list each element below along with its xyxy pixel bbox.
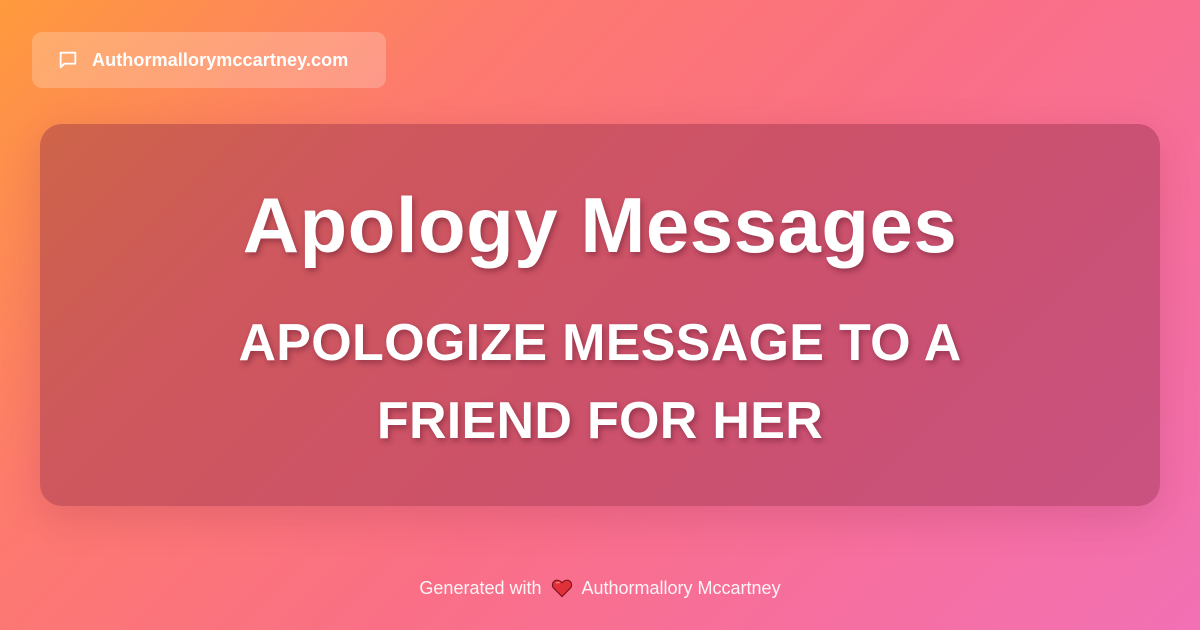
page-subtitle: APOLOGIZE MESSAGE TO A FRIEND FOR HER bbox=[238, 314, 962, 450]
footer-prefix: Generated with bbox=[419, 577, 542, 598]
title-card: Apology Messages APOLOGIZE MESSAGE TO A … bbox=[40, 124, 1160, 506]
site-domain: Authormallorymccartney.com bbox=[92, 49, 349, 70]
heart-icon bbox=[550, 576, 574, 600]
footer-credit: Generated with Authormallory Mccartney bbox=[0, 574, 1200, 602]
site-badge[interactable]: Authormallorymccartney.com bbox=[32, 32, 386, 88]
footer-author: Authormallory Mccartney bbox=[581, 577, 781, 598]
page-title: Apology Messages bbox=[242, 181, 958, 269]
chat-bubble-icon bbox=[56, 48, 80, 72]
